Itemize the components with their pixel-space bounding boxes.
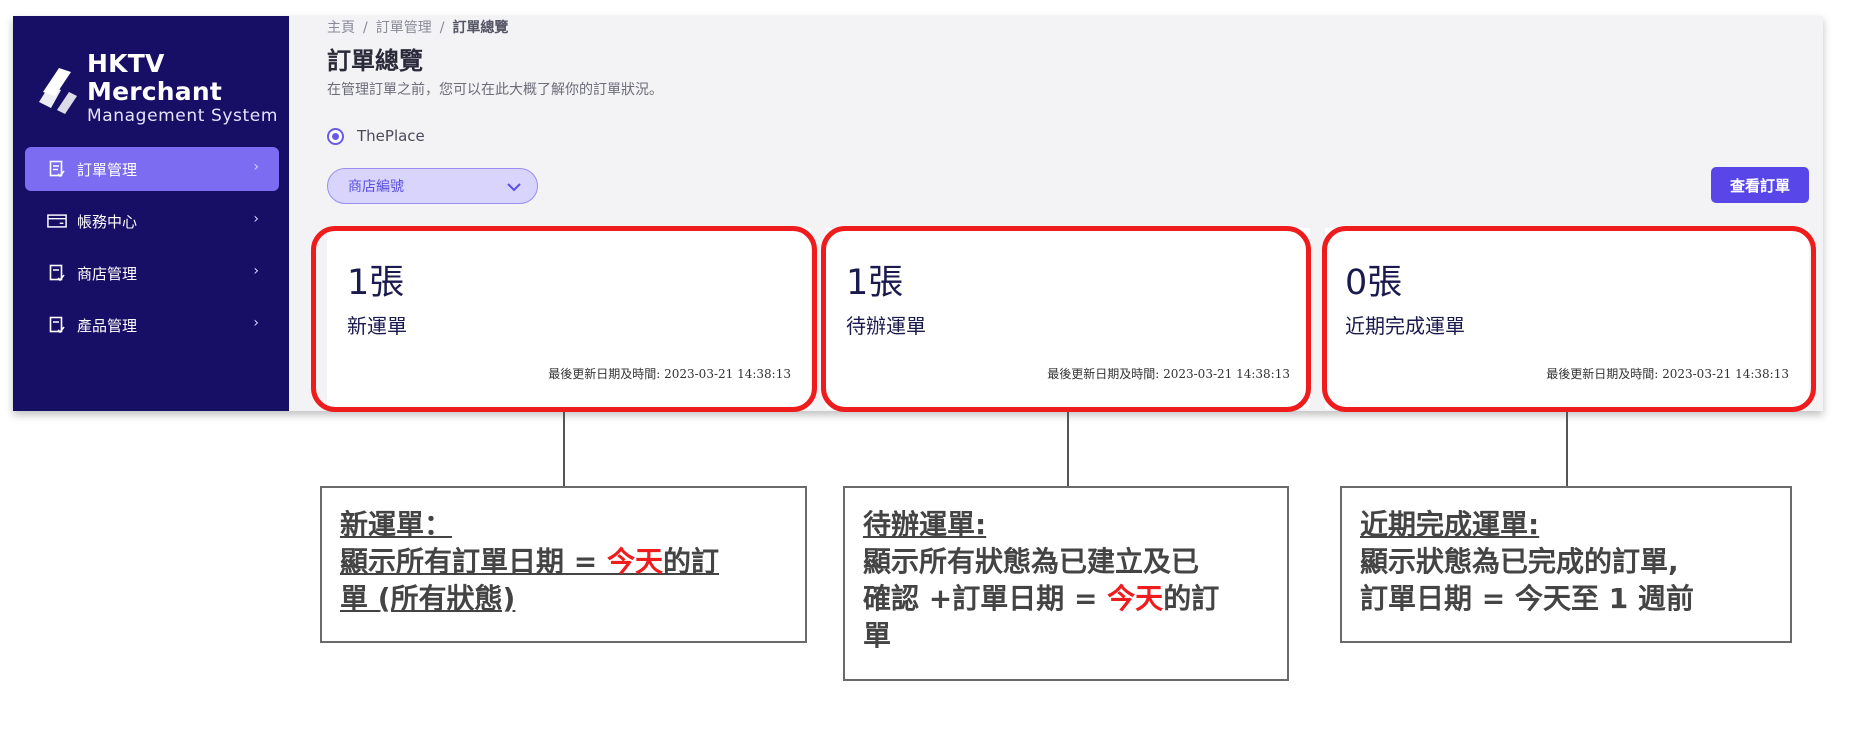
sidebar-item-label: 商店管理 bbox=[77, 264, 138, 283]
sidebar-item-label: 訂單管理 bbox=[77, 160, 138, 179]
highlight-completed-waybill bbox=[1322, 226, 1816, 412]
note-text: 顯示所有訂單日期 = bbox=[340, 545, 607, 578]
note-text: 顯示狀態為已完成的訂單, bbox=[1360, 545, 1679, 578]
platform-radio-option[interactable]: ThePlace bbox=[327, 127, 425, 145]
sidebar-item-label: 帳務中心 bbox=[77, 212, 138, 231]
note-title: 待辦運單: bbox=[863, 508, 987, 541]
note-text: 的訂 bbox=[662, 545, 719, 578]
chevron-down-icon bbox=[505, 178, 523, 200]
breadcrumb-separator: / bbox=[363, 20, 368, 36]
breadcrumb-home[interactable]: 主頁 bbox=[327, 20, 355, 36]
radio-selected-icon[interactable] bbox=[327, 127, 344, 145]
breadcrumb: 主頁 / 訂單管理 / 訂單總覽 bbox=[327, 17, 508, 37]
sidebar-nav: 訂單管理 › 帳務中心 › 商店管理 › 產品管理 › bbox=[25, 147, 279, 355]
connector-line bbox=[1067, 412, 1069, 486]
chevron-right-icon: › bbox=[253, 315, 259, 331]
store-icon bbox=[47, 263, 67, 283]
platform-label: ThePlace bbox=[357, 127, 425, 145]
connector-line bbox=[1566, 412, 1568, 486]
view-orders-button[interactable]: 查看訂單 bbox=[1711, 167, 1809, 203]
order-icon bbox=[47, 159, 67, 179]
note-highlight-text: 今天 bbox=[606, 545, 663, 578]
page-title: 訂單總覽 bbox=[327, 47, 423, 75]
note-text: 訂單日期 = 今天至 1 週前 bbox=[1360, 582, 1694, 615]
breadcrumb-orders[interactable]: 訂單管理 bbox=[376, 20, 432, 36]
billing-icon bbox=[47, 211, 67, 231]
sidebar-item-orders[interactable]: 訂單管理 › bbox=[25, 147, 279, 191]
highlight-pending-waybill bbox=[821, 226, 1311, 412]
chevron-right-icon: › bbox=[253, 159, 259, 175]
store-select-placeholder: 商店編號 bbox=[348, 179, 404, 195]
note-title: 近期完成運單: bbox=[1360, 508, 1540, 541]
note-highlight-text: 今天 bbox=[1107, 582, 1164, 615]
chevron-right-icon: › bbox=[253, 211, 259, 227]
page-subtitle: 在管理訂單之前，您可以在此大概了解你的訂單狀況。 bbox=[327, 82, 663, 98]
hktv-logo-icon bbox=[35, 62, 79, 114]
note-pending-waybill: 待辦運單: 顯示所有狀態為已建立及已 確認 +訂單日期 = 今天的訂 單 bbox=[843, 486, 1289, 681]
sidebar-item-store[interactable]: 商店管理 › bbox=[25, 251, 279, 295]
chevron-right-icon: › bbox=[253, 263, 259, 279]
sidebar-item-billing[interactable]: 帳務中心 › bbox=[25, 199, 279, 243]
note-new-waybill: 新運單： 顯示所有訂單日期 = 今天的訂 單 (所有狀態) bbox=[320, 486, 807, 643]
sidebar-item-label: 產品管理 bbox=[77, 316, 138, 335]
note-text: 的訂 bbox=[1163, 582, 1220, 615]
logo-title: HKTV Merchant bbox=[87, 49, 222, 106]
store-number-select[interactable]: 商店編號 bbox=[327, 168, 538, 204]
sidebar: HKTV Merchant Management System 訂單管理 › 帳… bbox=[13, 16, 289, 411]
note-text: 單 (所有狀態) bbox=[340, 582, 516, 615]
note-text: 單 bbox=[863, 619, 892, 652]
note-title: 新運單： bbox=[340, 508, 453, 541]
breadcrumb-current: 訂單總覽 bbox=[452, 20, 509, 36]
note-text: 顯示所有狀態為已建立及已 bbox=[863, 545, 1200, 578]
connector-line bbox=[563, 412, 565, 486]
highlight-new-waybill bbox=[311, 226, 817, 412]
sidebar-item-products[interactable]: 產品管理 › bbox=[25, 303, 279, 347]
note-completed-waybill: 近期完成運單: 顯示狀態為已完成的訂單, 訂單日期 = 今天至 1 週前 bbox=[1340, 486, 1792, 643]
logo-subtitle: Management System bbox=[87, 106, 278, 126]
note-text: 確認 +訂單日期 = bbox=[863, 582, 1108, 615]
product-icon bbox=[47, 315, 67, 335]
breadcrumb-separator: / bbox=[439, 20, 445, 36]
logo[interactable]: HKTV Merchant Management System bbox=[35, 50, 289, 126]
annotated-screenshot: HKTV Merchant Management System 訂單管理 › 帳… bbox=[0, 0, 1851, 738]
